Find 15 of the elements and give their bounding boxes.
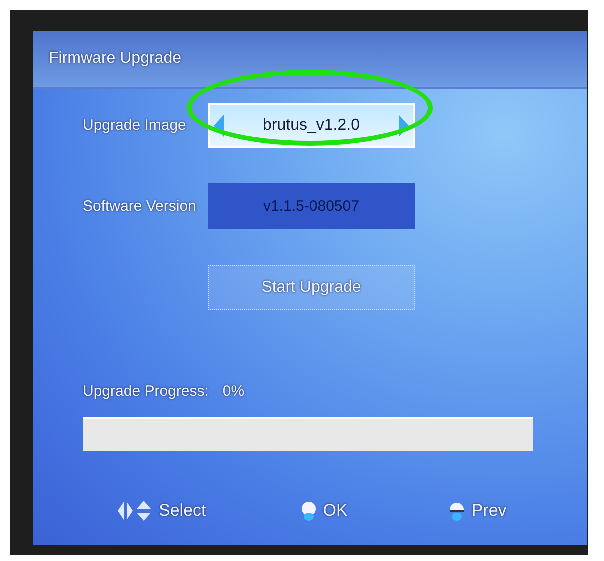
progress-reading: 0% <box>222 383 245 402</box>
arrow-keys-icon <box>117 499 153 523</box>
version-field: v1.1.5-080507 <box>208 183 415 229</box>
right-arrow-icon <box>398 114 409 136</box>
round-button-icon <box>448 500 466 522</box>
window-title: Firmware Upgrade <box>49 50 182 68</box>
hint-label: Select <box>159 501 206 521</box>
round-button-icon <box>301 500 318 522</box>
hint-label: Prev <box>472 501 507 521</box>
hint-label: OK <box>323 501 348 521</box>
left-arrow-icon <box>214 114 224 136</box>
field-label: Upgrade Image <box>83 117 188 134</box>
image-selector[interactable]: brutus_v1.2.0 <box>208 103 415 148</box>
field-label: Software Version <box>83 198 198 214</box>
progress-label: Upgrade Progress: <box>83 383 209 402</box>
